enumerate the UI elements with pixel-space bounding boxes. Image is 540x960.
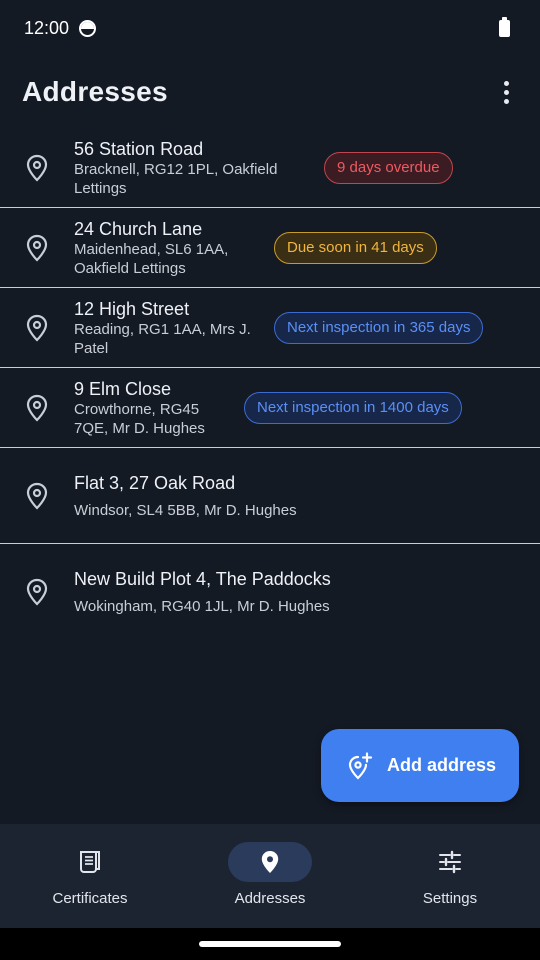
location-pin-icon bbox=[24, 314, 50, 342]
location-pin-icon bbox=[24, 578, 50, 606]
address-details: Wokingham, RG40 1JL, Mr D. Hughes bbox=[74, 598, 330, 615]
status-badge: 9 days overdue bbox=[324, 151, 453, 184]
address-details: Maidenhead, SL6 1AA, Oakfield Lettings bbox=[74, 240, 229, 277]
page-title: Addresses bbox=[22, 76, 168, 107]
location-pin-icon bbox=[24, 154, 50, 182]
sliders-icon bbox=[408, 842, 492, 882]
addresses-screen: 12:00 Addresses 56 Station Road Bracknel… bbox=[0, 0, 540, 960]
address-row[interactable]: 24 Church Lane Maidenhead, SL6 1AA, Oakf… bbox=[0, 208, 540, 288]
nav-item-certificates[interactable]: Certificates bbox=[0, 824, 180, 928]
address-row[interactable]: Flat 3, 27 Oak Road Windsor, SL4 5BB, Mr… bbox=[0, 448, 540, 544]
address-text: 12 High Street Reading, RG1 1AA, Mrs J. … bbox=[74, 298, 264, 358]
bottom-navigation: Certificates Addresses Settings bbox=[0, 824, 540, 928]
notification-icon bbox=[79, 19, 97, 37]
battery-icon bbox=[499, 16, 510, 37]
location-pin-icon bbox=[228, 842, 312, 882]
address-row[interactable]: 9 Elm Close Crowthorne, RG45 7QE, Mr D. … bbox=[0, 368, 540, 448]
certificate-icon bbox=[48, 842, 132, 882]
address-row[interactable]: New Build Plot 4, The Paddocks Wokingham… bbox=[0, 544, 540, 640]
nav-item-addresses[interactable]: Addresses bbox=[180, 824, 360, 928]
address-street: Flat 3, 27 Oak Road bbox=[74, 472, 236, 493]
address-text: 24 Church Lane Maidenhead, SL6 1AA, Oakf… bbox=[74, 218, 264, 278]
app-bar: Addresses bbox=[0, 64, 540, 120]
add-location-icon bbox=[347, 751, 373, 780]
address-text: 56 Station Road Bracknell, RG12 1PL, Oak… bbox=[74, 138, 314, 198]
nav-label-addresses: Addresses bbox=[234, 890, 306, 907]
address-street: 9 Elm Close bbox=[74, 378, 172, 399]
address-text: Flat 3, 27 Oak Road Windsor, SL4 5BB, Mr… bbox=[74, 472, 508, 520]
address-details: Bracknell, RG12 1PL, Oakfield Lettings bbox=[74, 160, 278, 197]
location-pin-icon bbox=[24, 394, 50, 422]
status-badge: Next inspection in 1400 days bbox=[244, 391, 462, 424]
add-address-button[interactable]: Add address bbox=[321, 729, 519, 802]
address-details: Reading, RG1 1AA, Mrs J. Patel bbox=[74, 320, 251, 357]
address-details: Crowthorne, RG45 7QE, Mr D. Hughes bbox=[74, 400, 205, 437]
status-badge: Next inspection in 365 days bbox=[274, 311, 484, 344]
gesture-bar bbox=[0, 928, 540, 960]
address-list: 56 Station Road Bracknell, RG12 1PL, Oak… bbox=[0, 128, 540, 640]
address-street: 56 Station Road bbox=[74, 138, 204, 159]
status-time: 12:00 bbox=[24, 17, 70, 38]
home-gesture-handle[interactable] bbox=[199, 941, 341, 947]
status-left: 12:00 bbox=[24, 17, 97, 39]
address-street: 24 Church Lane bbox=[74, 218, 203, 239]
address-street: New Build Plot 4, The Paddocks bbox=[74, 569, 331, 589]
address-row[interactable]: 56 Station Road Bracknell, RG12 1PL, Oak… bbox=[0, 128, 540, 208]
address-row[interactable]: 12 High Street Reading, RG1 1AA, Mrs J. … bbox=[0, 288, 540, 368]
add-address-label: Add address bbox=[387, 755, 497, 775]
status-badge: Due soon in 41 days bbox=[274, 231, 437, 264]
nav-label-certificates: Certificates bbox=[52, 890, 128, 907]
more-options-icon[interactable] bbox=[494, 76, 518, 108]
status-bar: 12:00 bbox=[0, 0, 540, 56]
location-pin-icon bbox=[24, 234, 50, 262]
nav-label-settings: Settings bbox=[422, 890, 478, 907]
address-street: 12 High Street bbox=[74, 298, 190, 319]
address-text: 9 Elm Close Crowthorne, RG45 7QE, Mr D. … bbox=[74, 378, 234, 438]
location-pin-icon bbox=[24, 482, 50, 510]
address-text: New Build Plot 4, The Paddocks Wokingham… bbox=[74, 568, 508, 616]
nav-item-settings[interactable]: Settings bbox=[360, 824, 540, 928]
address-details: Windsor, SL4 5BB, Mr D. Hughes bbox=[74, 501, 297, 519]
